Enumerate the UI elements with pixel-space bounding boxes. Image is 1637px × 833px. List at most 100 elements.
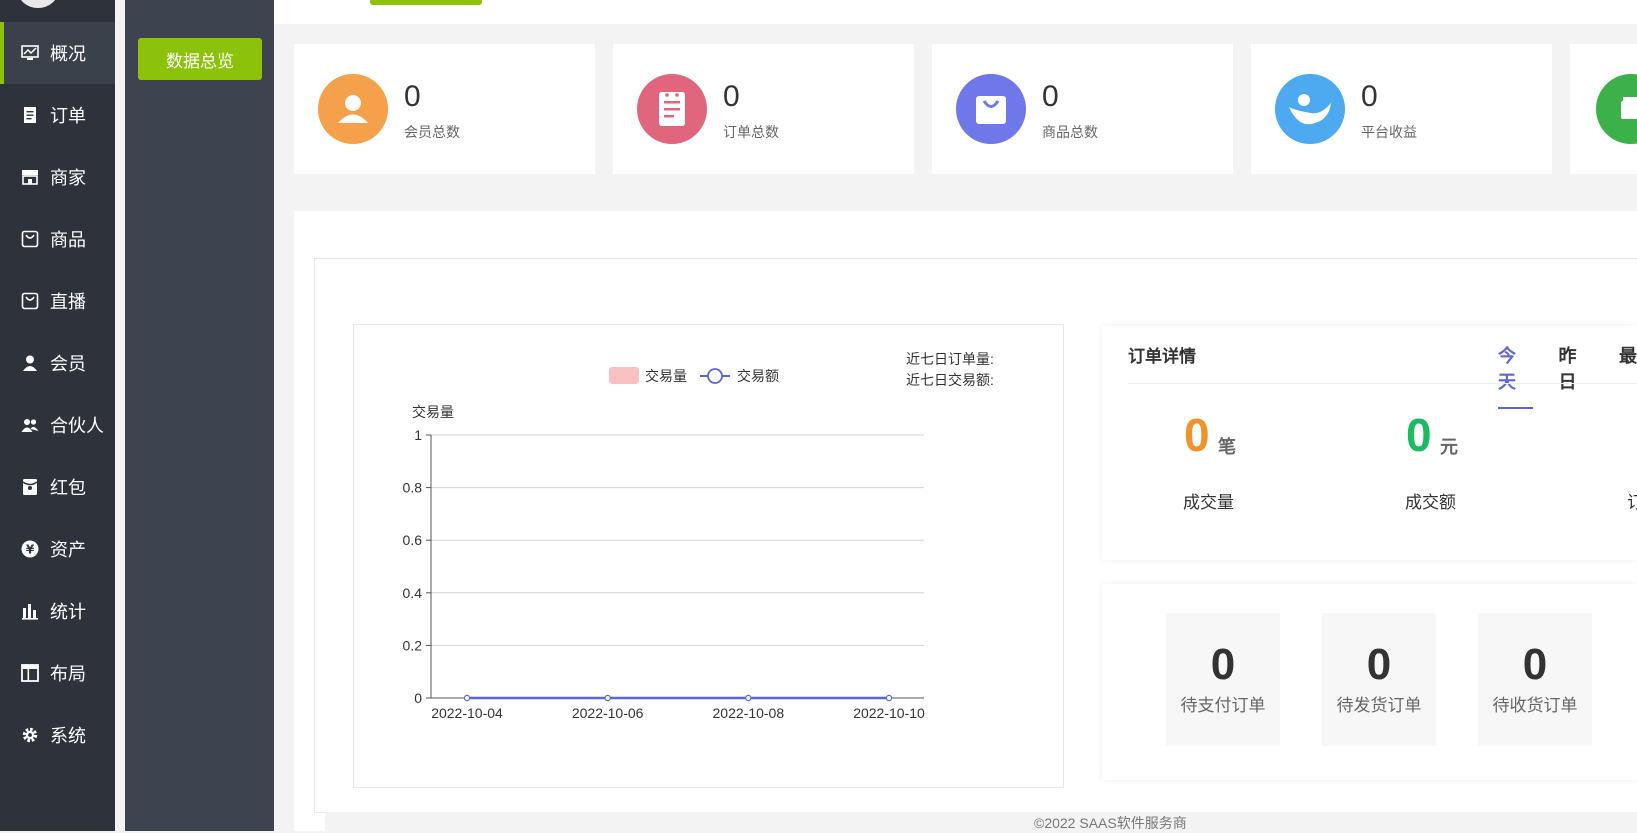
order-details-card: 订单详情 今天 昨日 最 0 笔 成交量 0 元 成交额 订 <box>1102 326 1637 560</box>
week-summary: 近七日订单量: 近七日交易额: <box>906 349 994 391</box>
document-icon <box>20 105 40 125</box>
data-point <box>604 694 611 702</box>
revenue-hand-icon <box>1275 74 1345 144</box>
shopping-bag-icon <box>20 291 40 311</box>
red-packet-icon <box>20 477 40 497</box>
stat-card-members[interactable]: 0 会员总数 <box>294 44 595 174</box>
legend-line-marker <box>707 368 723 384</box>
sidebar-item-label: 合伙人 <box>50 416 104 436</box>
shopping-bag-icon <box>20 229 40 249</box>
top-active-tab-indicator[interactable] <box>370 0 482 5</box>
sidebar-item-red-packets[interactable]: 红包 <box>0 456 115 518</box>
chart-svg: 0 0.2 0.4 0.6 0.8 1 2022-10-04 2022-10-06 2022-1… <box>403 367 925 721</box>
third-metric-label: 订 <box>1627 493 1637 512</box>
amount-value: 0 <box>1406 409 1432 461</box>
volume-label: 成交量 <box>1183 493 1234 512</box>
logo <box>18 0 58 8</box>
y-tick-label: 0.4 <box>403 585 423 601</box>
pending-receipt-box[interactable]: 0 待收货订单 <box>1478 613 1592 746</box>
sidebar-item-assets[interactable]: ¥ 资产 <box>0 518 115 580</box>
stat-value: 0 <box>1361 80 1378 113</box>
data-point <box>885 694 893 702</box>
y-tick-label: 0.2 <box>403 637 423 653</box>
legend-bar-swatch <box>609 367 639 384</box>
order-details-title: 订单详情 <box>1128 347 1196 366</box>
order-receipt-icon <box>637 74 707 144</box>
sidebar-item-label: 商品 <box>50 230 86 250</box>
tab-today[interactable]: 今天 <box>1498 342 1533 409</box>
footer-bar <box>325 812 1637 831</box>
sidebar-item-label: 直播 <box>50 292 86 312</box>
sidebar-item-label: 概况 <box>50 44 86 64</box>
sidebar-item-label: 订单 <box>50 106 86 126</box>
legend-label-amount: 交易额 <box>737 368 779 384</box>
sidebar-item-members[interactable]: 会员 <box>0 332 115 394</box>
sidebar-item-products[interactable]: 商品 <box>0 208 115 270</box>
volume-value: 0 <box>1184 409 1210 461</box>
data-point <box>463 694 471 702</box>
store-icon <box>20 167 40 187</box>
sidebar-item-overview[interactable]: 概况 <box>0 22 115 84</box>
secondary-sidebar: 数据总览 <box>125 0 274 831</box>
primary-sidebar: 概况 订单 商家 商品 直播 会员 合伙人 红包 ¥ 资产 统计 布局 系统 <box>0 0 115 831</box>
wallet-icon <box>1596 74 1637 144</box>
y-axis-label: 交易量 <box>412 404 454 420</box>
shopping-bag-icon <box>956 74 1026 144</box>
layout-icon <box>20 663 40 683</box>
sidebar-item-live[interactable]: 直播 <box>0 270 115 332</box>
pending-value: 0 <box>1210 640 1236 689</box>
x-tick-label: 2022-10-06 <box>572 705 644 721</box>
gear-icon <box>20 725 40 745</box>
yen-icon: ¥ <box>20 539 40 559</box>
stat-value: 0 <box>404 80 421 113</box>
amount-unit: 元 <box>1440 437 1458 457</box>
stat-card-revenue[interactable]: 0 平台收益 <box>1251 44 1552 174</box>
stat-card-orders[interactable]: 0 订单总数 <box>613 44 914 174</box>
monitor-chart-icon <box>20 43 40 63</box>
bar-chart-icon <box>20 601 40 621</box>
sidebar-item-label: 统计 <box>50 602 86 622</box>
stat-label: 订单总数 <box>723 124 779 140</box>
svg-text:¥: ¥ <box>26 543 35 557</box>
sidebar-item-statistics[interactable]: 统计 <box>0 580 115 642</box>
pending-label: 待收货订单 <box>1492 696 1578 715</box>
stat-label: 会员总数 <box>404 124 460 140</box>
footer-copyright: ©2022 SAAS软件服务商 <box>1034 815 1187 831</box>
pending-payment-box[interactable]: 0 待支付订单 <box>1166 613 1280 746</box>
y-tick-label: 0 <box>414 690 422 706</box>
sidebar-item-label: 红包 <box>50 478 86 498</box>
sidebar-item-layout[interactable]: 布局 <box>0 642 115 704</box>
legend-label-volume: 交易量 <box>645 368 687 384</box>
pending-shipment-box[interactable]: 0 待发货订单 <box>1322 613 1436 746</box>
pending-label: 待支付订单 <box>1180 696 1266 715</box>
stat-value: 0 <box>1042 80 1059 113</box>
pending-label: 待发货订单 <box>1336 696 1422 715</box>
y-tick-label: 0.6 <box>403 532 423 548</box>
y-tick-label: 1 <box>414 427 422 443</box>
sidebar-item-merchants[interactable]: 商家 <box>0 146 115 208</box>
sidebar-item-partners[interactable]: 合伙人 <box>0 394 115 456</box>
week-orders-label: 近七日订单量: <box>906 351 994 367</box>
subnav-data-overview-button[interactable]: 数据总览 <box>138 38 262 80</box>
stat-label: 商品总数 <box>1042 124 1098 140</box>
sidebar-item-label: 资产 <box>50 540 86 560</box>
top-bar <box>274 0 1637 24</box>
stat-card-wallet[interactable] <box>1570 44 1637 174</box>
sidebar-item-label: 会员 <box>50 354 86 374</box>
data-point <box>745 694 752 702</box>
sidebar-item-system[interactable]: 系统 <box>0 704 115 766</box>
pending-value: 0 <box>1366 640 1392 689</box>
member-avatar-icon <box>318 74 388 144</box>
users-icon <box>20 415 40 435</box>
amount-label: 成交额 <box>1405 493 1456 512</box>
x-tick-label: 2022-10-04 <box>431 705 503 721</box>
pending-value: 0 <box>1522 640 1548 689</box>
transaction-chart: 0 0.2 0.4 0.6 0.8 1 2022-10-04 2022-10-06 2022-1… <box>353 324 1064 788</box>
tab-yesterday[interactable]: 昨日 <box>1559 342 1594 409</box>
sidebar-item-orders[interactable]: 订单 <box>0 84 115 146</box>
divider <box>1128 383 1637 384</box>
stat-value: 0 <box>723 80 740 113</box>
y-tick-label: 0.8 <box>403 480 423 496</box>
stat-card-products[interactable]: 0 商品总数 <box>932 44 1233 174</box>
tab-recent[interactable]: 最 <box>1619 342 1637 409</box>
